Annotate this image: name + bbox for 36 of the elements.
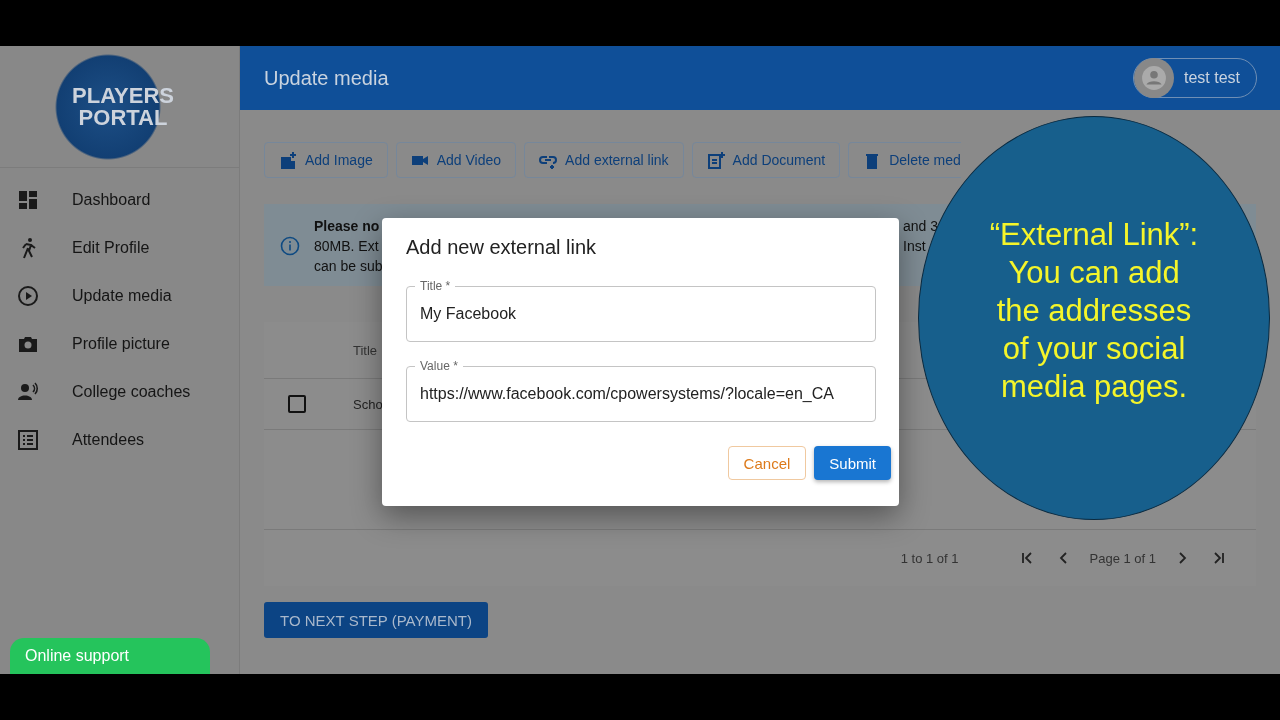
notice-text: 80MB. Ext xyxy=(314,237,380,255)
page-title: Update media xyxy=(264,66,389,90)
notice-text: and 3 xyxy=(903,217,939,235)
page-range: 1 to 1 of 1 xyxy=(900,550,959,566)
callout-text: “External Link”: You can add the addresses of your social media pages. xyxy=(989,216,1199,406)
toolbar-button[interactable]: Add external link xyxy=(524,142,684,178)
document-icon xyxy=(706,150,725,170)
sidebar-item[interactable]: Dashboard xyxy=(72,191,151,209)
play-icon xyxy=(16,284,40,308)
field-label: Title * xyxy=(415,279,456,293)
next-step-button[interactable]: TO NEXT STEP (PAYMENT) xyxy=(264,602,488,638)
sidebar-item[interactable]: Attendees xyxy=(72,431,145,449)
list-icon xyxy=(16,428,40,452)
dashboard-icon xyxy=(16,188,40,212)
info-icon xyxy=(280,236,300,256)
cancel-button[interactable]: Cancel xyxy=(727,446,807,480)
page-indicator: Page 1 of 1 xyxy=(1089,550,1156,566)
field-label: Value * xyxy=(415,359,463,373)
sidebar-item[interactable]: College coaches xyxy=(72,383,191,401)
add-image-icon xyxy=(279,150,297,170)
sidebar-item[interactable]: Edit Profile xyxy=(72,239,150,257)
notice-text: Inst xyxy=(903,237,927,255)
notice-text: can be sub xyxy=(314,257,383,275)
toolbar-button[interactable]: Add Document xyxy=(691,142,841,178)
dialog-title: Add new external link xyxy=(406,236,598,259)
sidebar-item[interactable]: Update media xyxy=(72,287,172,305)
submit-button[interactable]: Submit xyxy=(814,446,891,480)
sidebar-item[interactable]: Profile picture xyxy=(72,335,170,353)
toolbar-button[interactable]: Add Image xyxy=(264,142,388,178)
toolbar-button[interactable]: Add Video xyxy=(395,142,517,178)
notice-text: Please no xyxy=(314,217,381,235)
user-avatar-icon xyxy=(1140,65,1167,91)
toolbar-button[interactable]: Delete med xyxy=(848,142,961,178)
row-checkbox[interactable] xyxy=(288,395,306,413)
column-header: Title xyxy=(353,342,378,358)
table-cell: Scho xyxy=(353,396,383,412)
